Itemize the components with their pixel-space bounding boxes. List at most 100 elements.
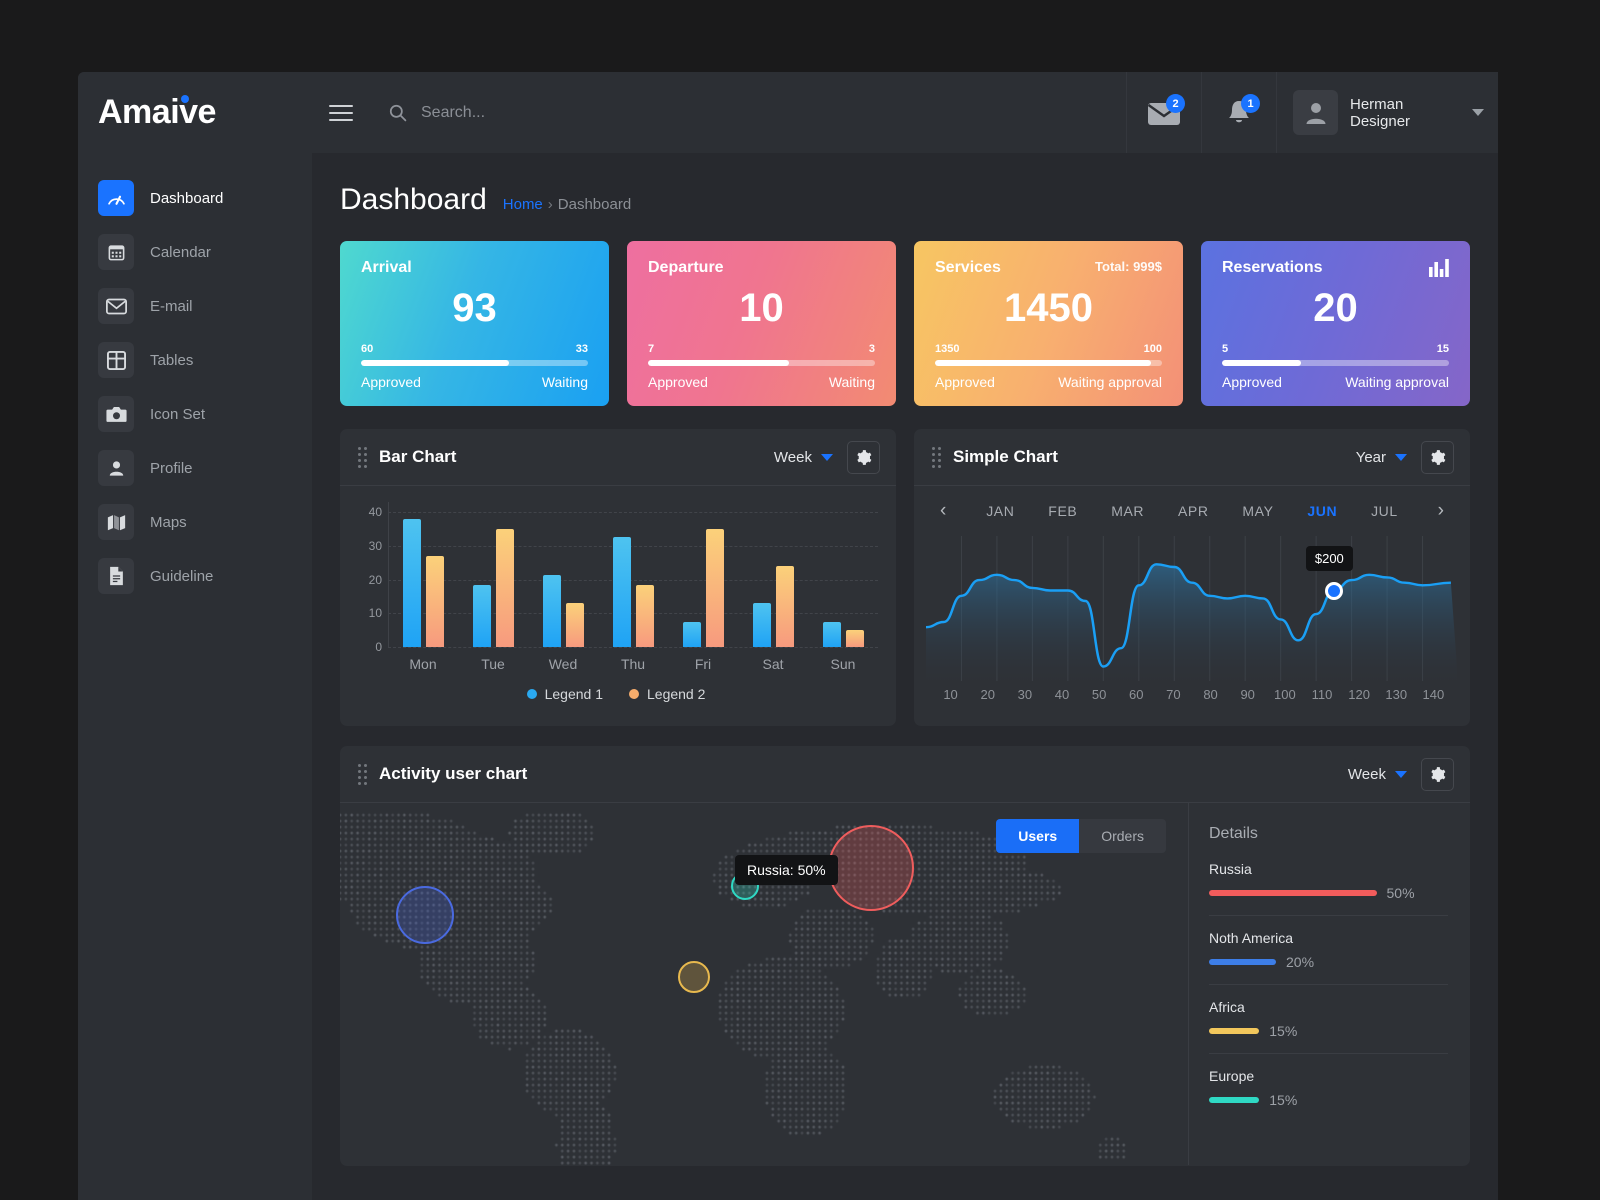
month-apr[interactable]: APR xyxy=(1178,503,1209,519)
month-mar[interactable]: MAR xyxy=(1111,503,1144,519)
simple-chart-body: ‹ JAN FEB MAR APR MAY JUN JUL › $200 10 20 30 40 50 6… xyxy=(914,486,1470,702)
simple-chart-plot: $200 xyxy=(926,536,1458,681)
sidebar-item-label: Icon Set xyxy=(150,406,205,423)
stat-right-label: Waiting xyxy=(542,374,588,390)
y-axis-tick: 40 xyxy=(354,505,382,519)
bar[interactable] xyxy=(683,622,701,647)
bar[interactable] xyxy=(543,575,561,648)
messages-button[interactable]: 2 xyxy=(1126,72,1201,153)
search-input[interactable] xyxy=(421,104,821,122)
bar[interactable] xyxy=(426,556,444,647)
bar[interactable] xyxy=(846,630,864,647)
map-bubble[interactable] xyxy=(678,961,710,993)
activity-period-dropdown[interactable]: Week xyxy=(1348,766,1407,783)
world-map[interactable]: Users Orders Russia: 50% xyxy=(340,803,1188,1165)
chevron-down-icon xyxy=(821,454,833,461)
sidebar-item-guideline[interactable]: Guideline xyxy=(78,549,312,603)
bar[interactable] xyxy=(823,622,841,647)
bar-chart-legend: Legend 1 Legend 2 xyxy=(354,686,878,702)
x-axis-tick: 40 xyxy=(1043,687,1080,702)
breadcrumb: Home › Dashboard xyxy=(503,196,631,213)
bar-group xyxy=(668,529,738,647)
x-axis-tick: 110 xyxy=(1303,687,1340,702)
x-axis-tick: 90 xyxy=(1229,687,1266,702)
stat-progress-fill xyxy=(361,360,509,366)
menu-toggle-icon[interactable] xyxy=(312,72,370,153)
stat-progress-track xyxy=(1222,360,1449,366)
simple-chart-header: Simple Chart Year xyxy=(914,429,1470,486)
chevron-down-icon[interactable] xyxy=(1472,109,1484,116)
main-content: Dashboard Home › Dashboard Arrival 93 60 3… xyxy=(312,153,1498,1200)
bar[interactable] xyxy=(403,519,421,647)
sidebar-item-calendar[interactable]: Calendar xyxy=(78,225,312,279)
dropdown-label: Week xyxy=(774,449,812,466)
month-next-icon[interactable]: › xyxy=(1432,500,1450,522)
stat-right-label: Waiting xyxy=(829,374,875,390)
brand-logo[interactable]: Amaive xyxy=(98,93,216,132)
stat-progress-track xyxy=(648,360,875,366)
bar-chart-bars xyxy=(388,502,878,647)
activity-header: Activity user chart Week xyxy=(340,746,1470,803)
bar[interactable] xyxy=(706,529,724,647)
stat-right-label: Waiting approval xyxy=(1058,374,1162,390)
notifications-button[interactable]: 1 xyxy=(1201,72,1276,153)
stat-progress-fill xyxy=(935,360,1151,366)
bar[interactable] xyxy=(776,566,794,647)
data-point-marker[interactable] xyxy=(1325,582,1343,600)
month-prev-icon[interactable]: ‹ xyxy=(934,500,952,522)
simple-chart-period-dropdown[interactable]: Year xyxy=(1356,449,1407,466)
panel-title: Simple Chart xyxy=(953,447,1356,467)
bar[interactable] xyxy=(473,585,491,647)
drag-handle-icon[interactable] xyxy=(358,447,367,468)
stat-card-departure[interactable]: Departure 10 7 3 Approved Waiting xyxy=(627,241,896,406)
stat-right-number: 3 xyxy=(869,343,875,355)
bar[interactable] xyxy=(753,603,771,647)
legend-item[interactable]: Legend 1 xyxy=(527,686,603,702)
sidebar-item-email[interactable]: E-mail xyxy=(78,279,312,333)
sidebar-item-profile[interactable]: Profile xyxy=(78,441,312,495)
month-jan[interactable]: JAN xyxy=(986,503,1014,519)
sidebar-item-icon-set[interactable]: Icon Set xyxy=(78,387,312,441)
detail-row: Russia 50% xyxy=(1209,861,1448,916)
simple-chart-settings-button[interactable] xyxy=(1421,441,1454,474)
activity-panel: Activity user chart Week Users Orders Ru… xyxy=(340,746,1470,1166)
x-axis-tick: Wed xyxy=(528,656,598,672)
notifications-badge: 1 xyxy=(1241,94,1260,113)
stat-card-arrival[interactable]: Arrival 93 60 33 Approved Waiting xyxy=(340,241,609,406)
brand-logo-text: Amaive xyxy=(98,93,216,131)
stat-title: Reservations xyxy=(1222,259,1323,277)
bar[interactable] xyxy=(566,603,584,647)
detail-bar-line: 20% xyxy=(1209,954,1448,970)
detail-region-label: Africa xyxy=(1209,999,1448,1015)
user-menu[interactable]: Herman Designer xyxy=(1276,72,1498,153)
bar[interactable] xyxy=(636,585,654,647)
sidebar-item-tables[interactable]: Tables xyxy=(78,333,312,387)
sidebar-item-maps[interactable]: Maps xyxy=(78,495,312,549)
tab-orders[interactable]: Orders xyxy=(1079,819,1166,853)
stat-card-reservations[interactable]: Reservations 20 5 15 Approved Waiting ap… xyxy=(1201,241,1470,406)
bar-chart-settings-button[interactable] xyxy=(847,441,880,474)
bar-chart-period-dropdown[interactable]: Week xyxy=(774,449,833,466)
map-bubble[interactable] xyxy=(828,825,914,911)
bar[interactable] xyxy=(496,529,514,647)
bar-group xyxy=(528,575,598,648)
month-feb[interactable]: FEB xyxy=(1048,503,1077,519)
drag-handle-icon[interactable] xyxy=(358,764,367,785)
map-bubble[interactable] xyxy=(396,886,454,944)
detail-region-label: Europe xyxy=(1209,1068,1448,1084)
x-axis-tick: 10 xyxy=(932,687,969,702)
stat-card-services[interactable]: Services Total: 999$ 1450 1350 100 Appro… xyxy=(914,241,1183,406)
sidebar-item-dashboard[interactable]: Dashboard xyxy=(78,171,312,225)
month-jun[interactable]: JUN xyxy=(1307,503,1337,519)
drag-handle-icon[interactable] xyxy=(932,447,941,468)
breadcrumb-home[interactable]: Home xyxy=(503,196,543,213)
stat-left-label: Approved xyxy=(1222,374,1282,390)
month-may[interactable]: MAY xyxy=(1242,503,1273,519)
bar[interactable] xyxy=(613,537,631,647)
activity-settings-button[interactable] xyxy=(1421,758,1454,791)
page-title: Dashboard xyxy=(340,183,487,217)
tab-users[interactable]: Users xyxy=(996,819,1079,853)
legend-item[interactable]: Legend 2 xyxy=(629,686,705,702)
month-jul[interactable]: JUL xyxy=(1371,503,1398,519)
x-axis-tick: 70 xyxy=(1155,687,1192,702)
